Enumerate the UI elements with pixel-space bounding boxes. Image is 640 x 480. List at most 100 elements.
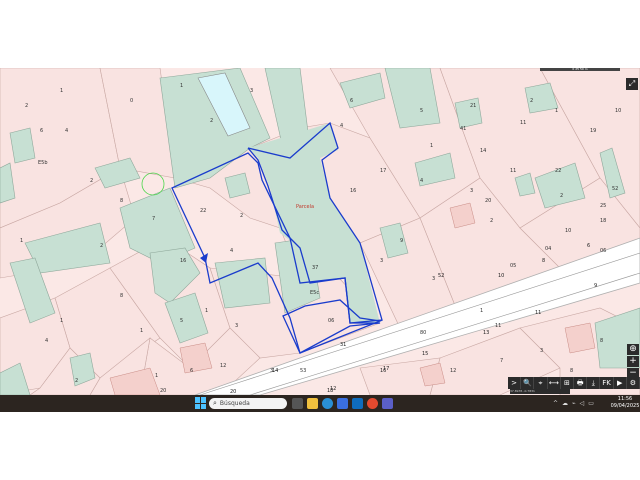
- parcel-number-label: 0: [130, 98, 134, 104]
- parcel-number-label: 1: [140, 328, 144, 334]
- parcel-number-label: 1: [180, 83, 184, 89]
- parcel-number-label: 8: [570, 368, 574, 374]
- search-icon: ⌕: [213, 399, 217, 407]
- parcel-number-label: 5: [420, 108, 424, 114]
- clock-date: 09/04/2025: [610, 403, 640, 409]
- street-number-label: 15: [422, 351, 429, 357]
- map-tool-button-0[interactable]: >: [508, 377, 522, 389]
- outlook-icon[interactable]: [352, 398, 363, 409]
- parcel-number-label: 12: [220, 363, 227, 369]
- fullscreen-button[interactable]: ⤢: [626, 78, 638, 90]
- parcel-number-label: 9: [400, 238, 404, 244]
- parcel-number-label: 17: [380, 168, 387, 174]
- parcel-number-label: 52: [612, 186, 619, 192]
- parcel-number-label: 21: [470, 103, 477, 109]
- chrome-icon[interactable]: [367, 398, 378, 409]
- parcel-number-label: 06: [600, 248, 607, 254]
- edge-icon[interactable]: [322, 398, 333, 409]
- parcel-number-label: 06: [328, 318, 335, 324]
- parcel-number-label: 3: [250, 88, 254, 94]
- teams-icon[interactable]: [382, 398, 393, 409]
- parcel-number-label: 22: [200, 208, 207, 214]
- parcel-number-label: 3: [235, 323, 239, 329]
- parcel-number-label: 2: [240, 213, 244, 219]
- network-icon[interactable]: ⌁: [572, 400, 576, 407]
- parcel-number-label: 20: [160, 388, 167, 394]
- parcel-number-label: 2: [90, 178, 94, 184]
- street-number-label: 8: [542, 258, 546, 264]
- street-number-label: 17: [383, 366, 390, 372]
- street-number-label: 13: [483, 330, 490, 336]
- map-toolbar: > 🔍 ⌖ ⟷ ⊞ 🖶 ⤓ FK ▶ ⚙: [508, 377, 640, 389]
- map-canvas[interactable]: [0, 68, 640, 395]
- parcel-number-label: 37: [312, 265, 319, 271]
- parcel-number-label: 3: [380, 258, 384, 264]
- volume-icon[interactable]: ◁: [580, 400, 585, 407]
- parcel-number-label: 11: [495, 323, 502, 329]
- parcel-number-label: 4: [340, 123, 344, 129]
- parcel-number-label: 18: [600, 218, 607, 224]
- map-tool-button-4[interactable]: ⊞: [561, 377, 575, 389]
- parcel-number-label: E5b: [38, 160, 48, 166]
- windows-start-icon[interactable]: [195, 397, 207, 409]
- street-number-label: 31: [340, 342, 347, 348]
- parcel-number-label: 12: [450, 368, 457, 374]
- taskbar-search-input[interactable]: ⌕ Búsqueda: [209, 398, 287, 409]
- parcel-number-label: 20: [485, 198, 492, 204]
- clock[interactable]: 11:56 09/04/2025: [610, 396, 640, 410]
- parcel-number-label: 05: [510, 263, 517, 269]
- parcel-number-label: 1: [205, 308, 209, 314]
- zoom-in-button[interactable]: +: [627, 356, 639, 367]
- onedrive-icon[interactable]: ☁: [562, 400, 568, 407]
- parcel-number-label: 11: [510, 168, 517, 174]
- parcel-number-label: 7: [500, 358, 504, 364]
- locate-button[interactable]: ⊕: [627, 344, 639, 355]
- task-view-icon[interactable]: [292, 398, 303, 409]
- parcel-number-label: 41: [460, 126, 467, 132]
- map-tool-button-9[interactable]: ⚙: [627, 377, 640, 389]
- parcel-number-label: 1: [555, 108, 559, 114]
- parcel-number-label: 2: [560, 193, 564, 199]
- street-number-label: 52: [438, 273, 445, 279]
- chevron-up-icon[interactable]: ^: [553, 400, 558, 407]
- street-number-label: 10: [498, 273, 505, 279]
- map-tool-button-5[interactable]: 🖶: [574, 377, 588, 389]
- file-explorer-icon[interactable]: [307, 398, 318, 409]
- parcel-number-label: 1: [430, 143, 434, 149]
- location-marker[interactable]: [141, 172, 165, 196]
- parcel-number-label: 11: [520, 120, 527, 126]
- parcel-number-label: 80: [420, 330, 427, 336]
- parcel-number-label: 1: [480, 308, 484, 314]
- parcel-number-label: 22: [555, 168, 562, 174]
- parcel-number-label: 25: [600, 203, 607, 209]
- parcel-number-label: 10: [565, 228, 572, 234]
- parcel-number-label: 6: [350, 98, 354, 104]
- map-tool-button-2[interactable]: ⌖: [534, 377, 548, 389]
- parcel-number-label: 3: [432, 276, 436, 282]
- parcel-number-label: 8: [120, 198, 124, 204]
- coordinates-readout: 37.8935 -0.7831: [510, 389, 570, 394]
- map-tool-button-8[interactable]: ▶: [614, 377, 627, 389]
- parcel-label: Parcela: [296, 204, 315, 210]
- parcel-number-label: 19: [590, 128, 597, 134]
- parcel-number-label: 2: [530, 98, 534, 104]
- street-number-label: 11: [535, 310, 542, 316]
- map-tool-button-1[interactable]: 🔍: [521, 377, 535, 389]
- parcel-number-label: E5c: [310, 290, 320, 296]
- map-tool-button-6[interactable]: ⤓: [587, 377, 601, 389]
- clock-time: 11:56: [617, 396, 633, 402]
- cadastral-map[interactable]: Parcela 2 1 0 1 2 3 4 6 5 21 2 1 E5b 2 8 7 2 1 6 4 16 22 2 4 1 3 5…: [0, 68, 640, 395]
- parcel-number-label: 7: [152, 216, 156, 222]
- parcel-number-label: 4: [420, 178, 424, 184]
- battery-icon[interactable]: ▭: [588, 400, 594, 407]
- street-number-label: 14: [272, 368, 279, 374]
- parcel-number-label: 2: [100, 243, 104, 249]
- map-tool-button-3[interactable]: ⟷: [548, 377, 561, 389]
- map-tool-button-7[interactable]: FK: [600, 377, 614, 389]
- parcel-number-label: 1: [155, 373, 159, 379]
- parcel-number-label: 6: [190, 368, 194, 374]
- street-number-label: 9: [594, 283, 598, 289]
- parcel-number-label: 6: [40, 128, 44, 134]
- store-icon[interactable]: [337, 398, 348, 409]
- parcel-number-label: 04: [545, 246, 552, 252]
